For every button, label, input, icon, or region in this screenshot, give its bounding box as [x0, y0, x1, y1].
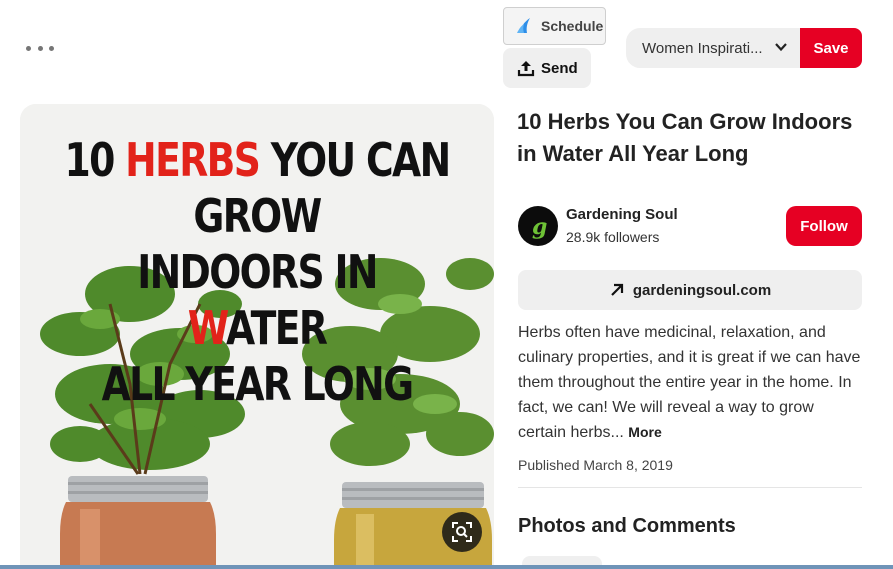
headline-highlight: W — [187, 301, 228, 355]
window-bottom-edge — [0, 565, 893, 569]
board-dropdown[interactable]: Women Inspirati... — [626, 28, 802, 68]
send-label: Send — [541, 59, 578, 77]
gardening-soul-logo-icon: g — [532, 214, 547, 240]
send-button[interactable]: Send — [503, 48, 591, 88]
chevron-down-icon — [775, 43, 787, 52]
pin-image-headline: 10 HERBS YOU CAN GROW INDOORS IN WATER A… — [63, 132, 452, 412]
follow-button[interactable]: Follow — [786, 206, 862, 246]
visual-search-icon — [452, 522, 472, 542]
more-link[interactable]: More — [628, 424, 661, 440]
svg-text:g: g — [532, 214, 547, 240]
arrow-up-right-icon — [611, 283, 623, 296]
source-link-text: gardeningsoul.com — [632, 281, 772, 299]
pin-image[interactable]: 10 HERBS YOU CAN GROW INDOORS IN WATER A… — [20, 104, 494, 569]
save-button[interactable]: Save — [800, 28, 862, 68]
schedule-logo-icon — [517, 18, 530, 33]
avatar[interactable]: g — [518, 206, 558, 246]
upload-icon — [517, 61, 535, 77]
visual-search-button[interactable] — [442, 512, 482, 552]
headline-text: ATER — [226, 301, 328, 355]
headline-text: ALL YEAR LONG — [101, 357, 414, 411]
headline-text: INDOORS IN — [137, 245, 378, 299]
description-text: Herbs often have medicinal, relaxation, … — [518, 324, 861, 441]
headline-highlight: HERBS — [125, 133, 261, 187]
schedule-label: Schedule — [541, 18, 604, 34]
published-date: Published March 8, 2019 — [518, 457, 673, 473]
pin-description: Herbs often have medicinal, relaxation, … — [518, 320, 864, 445]
headline-text: 10 — [64, 133, 126, 187]
creator-name[interactable]: Gardening Soul — [566, 206, 678, 223]
divider — [518, 487, 862, 488]
schedule-button[interactable]: Schedule — [503, 7, 606, 45]
follower-count: 28.9k followers — [566, 229, 660, 245]
board-selected-value: Women Inspirati... — [642, 39, 763, 57]
pin-title: 10 Herbs You Can Grow Indoors in Water A… — [517, 109, 853, 166]
more-options-icon[interactable] — [26, 38, 54, 58]
comments-heading: Photos and Comments — [518, 515, 736, 537]
source-link-button[interactable]: gardeningsoul.com — [518, 270, 862, 310]
